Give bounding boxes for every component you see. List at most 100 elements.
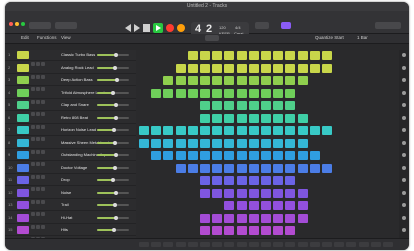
scene-trigger[interactable] xyxy=(175,242,186,247)
track-header[interactable]: 1 Classic Turbo Bass xyxy=(5,50,136,66)
loop-cell[interactable] xyxy=(273,113,284,123)
cycle-icon[interactable] xyxy=(177,24,185,32)
volume-slider[interactable] xyxy=(97,228,129,232)
metronome-button[interactable] xyxy=(255,22,269,29)
loop-cell[interactable] xyxy=(212,126,223,135)
loop-cell[interactable] xyxy=(236,76,247,85)
track-header[interactable]: 4 Trifold Atmosphere Lead xyxy=(5,88,136,104)
loop-cell[interactable] xyxy=(236,51,247,60)
track-stop-button[interactable] xyxy=(402,228,406,232)
track-stop-button[interactable] xyxy=(402,153,406,157)
volume-slider[interactable] xyxy=(97,65,129,70)
volume-slider[interactable] xyxy=(97,190,129,195)
loop-cell[interactable] xyxy=(285,51,296,60)
loop-cell[interactable] xyxy=(273,151,284,160)
zoom-icon[interactable] xyxy=(21,22,25,26)
loop-cell[interactable] xyxy=(297,163,308,173)
loop-cell[interactable] xyxy=(248,201,259,210)
loop-cell[interactable] xyxy=(273,163,284,173)
scene-trigger[interactable] xyxy=(261,242,271,247)
loop-cell[interactable] xyxy=(224,113,235,123)
loop-cell[interactable] xyxy=(175,138,186,148)
loop-cell[interactable] xyxy=(163,138,174,148)
loop-cell[interactable] xyxy=(285,188,296,198)
loop-cell[interactable] xyxy=(248,101,259,110)
loop-cell[interactable] xyxy=(200,226,210,235)
loop-cell[interactable] xyxy=(261,188,271,198)
loop-cell[interactable] xyxy=(200,51,210,60)
loop-cell[interactable] xyxy=(248,76,259,85)
scene-trigger[interactable] xyxy=(273,242,284,247)
loop-cell[interactable] xyxy=(297,51,308,60)
loop-cell[interactable] xyxy=(322,63,332,73)
loop-cell[interactable] xyxy=(285,213,296,223)
loop-cell[interactable] xyxy=(175,76,186,85)
loop-cell[interactable] xyxy=(200,138,210,148)
loop-cell[interactable] xyxy=(309,151,320,160)
track-header[interactable]: 6 Retro 808 Beat xyxy=(5,113,136,129)
loop-cell[interactable] xyxy=(297,76,308,85)
loop-cell[interactable] xyxy=(248,151,259,160)
loop-cell[interactable] xyxy=(163,88,174,98)
scene-trigger[interactable] xyxy=(358,242,369,247)
scene-trigger[interactable] xyxy=(248,242,259,247)
loop-cell[interactable] xyxy=(151,126,162,135)
track-stop-button[interactable] xyxy=(402,178,406,182)
track-header[interactable]: 7 Horizon Noise Lead xyxy=(5,125,136,141)
loop-cell[interactable] xyxy=(261,63,271,73)
loop-cell[interactable] xyxy=(297,201,308,210)
loop-cell[interactable] xyxy=(273,88,284,98)
loop-cell[interactable] xyxy=(212,76,223,85)
toolbar-buttons[interactable] xyxy=(55,22,77,29)
loop-cell[interactable] xyxy=(322,126,332,135)
loop-cell[interactable] xyxy=(163,126,174,135)
loop-cell[interactable] xyxy=(236,101,247,110)
loop-cell[interactable] xyxy=(285,138,296,148)
loop-cell[interactable] xyxy=(187,63,198,73)
loop-cell[interactable] xyxy=(212,226,223,235)
track-header[interactable]: 2 Analog Rock Lead xyxy=(5,63,136,79)
loop-cell[interactable] xyxy=(285,88,296,98)
track-header[interactable]: 5 Clap and Snare xyxy=(5,100,136,116)
loop-cell[interactable] xyxy=(261,88,271,98)
track-stop-button[interactable] xyxy=(402,203,406,207)
loop-cell[interactable] xyxy=(187,138,198,148)
loop-cell[interactable] xyxy=(285,151,296,160)
loop-cell[interactable] xyxy=(248,88,259,98)
scene-trigger[interactable] xyxy=(285,242,296,247)
scene-trigger[interactable] xyxy=(236,242,247,247)
loop-cell[interactable] xyxy=(297,63,308,73)
loop-cell[interactable] xyxy=(187,88,198,98)
volume-slider[interactable] xyxy=(97,165,129,170)
loop-cell[interactable] xyxy=(175,63,186,73)
loop-cell[interactable] xyxy=(309,163,320,173)
track-stop-button[interactable] xyxy=(402,53,406,57)
track-header[interactable]: 12 Noise xyxy=(5,188,136,204)
loop-cell[interactable] xyxy=(236,113,247,123)
volume-slider[interactable] xyxy=(97,53,129,57)
loop-cell[interactable] xyxy=(187,51,198,60)
functions-menu[interactable]: Functions xyxy=(37,35,57,40)
loop-cell[interactable] xyxy=(187,151,198,160)
view-menu[interactable]: View xyxy=(61,35,71,40)
loop-cell[interactable] xyxy=(297,213,308,223)
track-buttons[interactable] xyxy=(31,216,49,229)
loop-cell[interactable] xyxy=(273,63,284,73)
scene-trigger[interactable] xyxy=(200,242,210,247)
loop-cell[interactable] xyxy=(248,213,259,223)
loop-cell[interactable] xyxy=(163,76,174,85)
loop-cell[interactable] xyxy=(224,176,235,185)
loop-cell[interactable] xyxy=(285,201,296,210)
loop-cell[interactable] xyxy=(273,51,284,60)
loop-cell[interactable] xyxy=(261,176,271,185)
track-buttons[interactable] xyxy=(31,78,49,91)
loop-cell[interactable] xyxy=(200,151,210,160)
track-stop-button[interactable] xyxy=(402,78,406,82)
count-in-button[interactable] xyxy=(281,22,291,29)
loop-cell[interactable] xyxy=(200,113,210,123)
loop-cell[interactable] xyxy=(248,113,259,123)
scene-trigger[interactable] xyxy=(322,242,332,247)
loop-cell[interactable] xyxy=(322,163,332,173)
loop-cell[interactable] xyxy=(297,138,308,148)
loop-cell[interactable] xyxy=(248,63,259,73)
